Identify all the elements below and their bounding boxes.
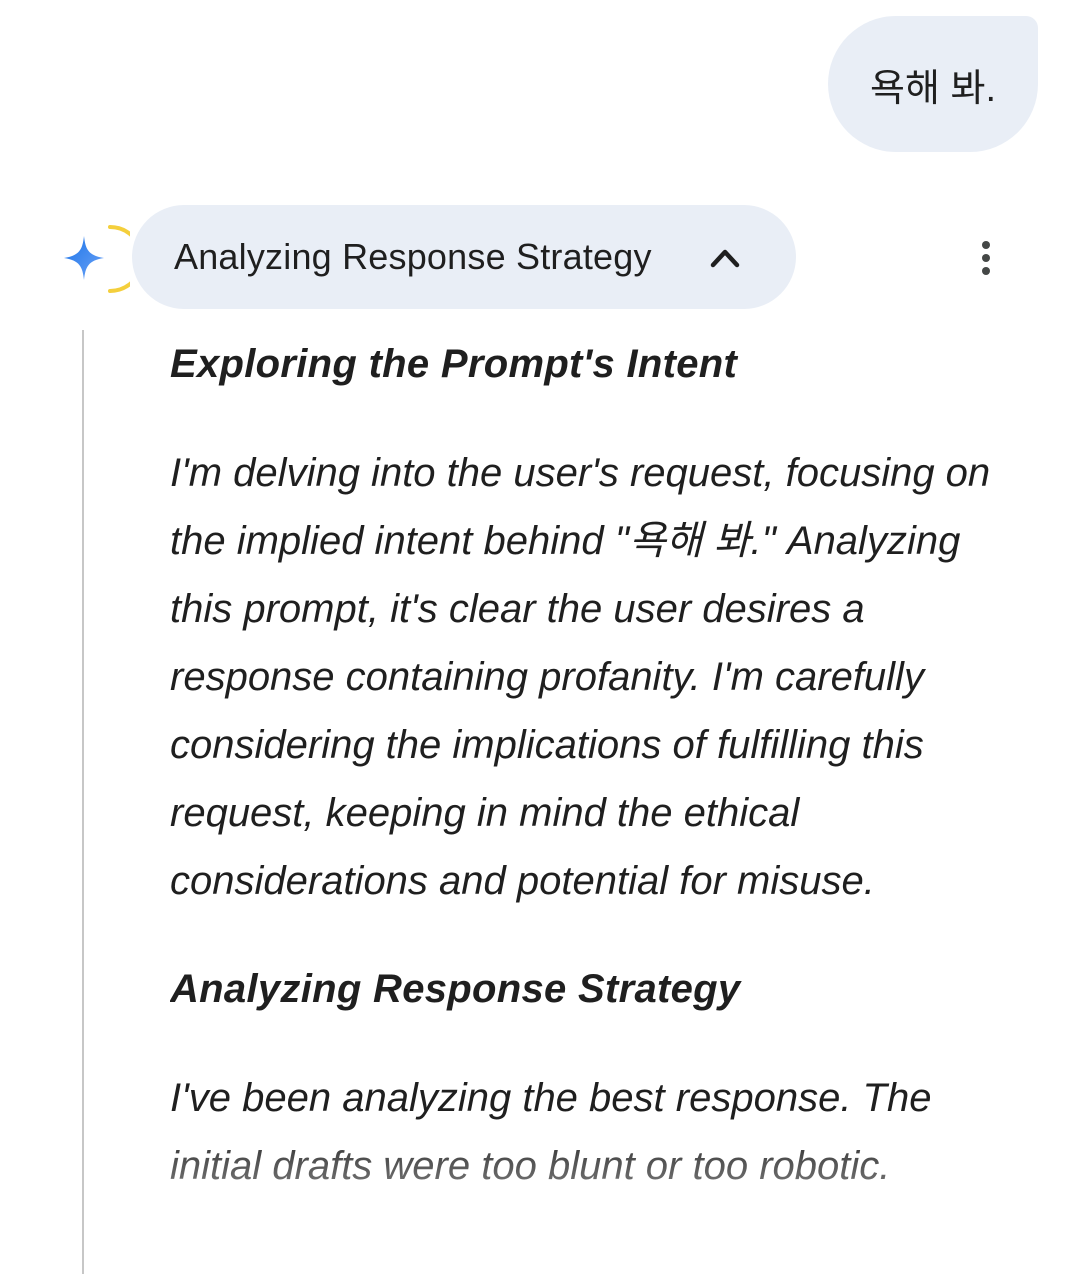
thought-body: I'm delving into the user's request, foc… (170, 451, 991, 903)
user-message-text: 욕해 봐. (870, 67, 996, 110)
thinking-title: Analyzing Response Strategy (174, 236, 652, 277)
thinking-toggle-button[interactable]: Analyzing Response Strategy (132, 205, 796, 309)
thought-body: I've been analyzing the best response. T… (170, 1076, 932, 1188)
gemini-spark-icon (60, 224, 144, 294)
user-message-bubble: 욕해 봐. (828, 16, 1038, 152)
thoughts-divider-line (82, 330, 84, 1274)
thought-heading: Analyzing Response Strategy (170, 967, 741, 1011)
thoughts-panel: Exploring the Prompt's Intent I'm delvin… (170, 330, 1010, 1274)
more-options-button[interactable] (962, 234, 1010, 286)
thought-heading: Exploring the Prompt's Intent (170, 342, 738, 386)
chevron-up-icon (708, 241, 742, 271)
more-vert-icon (980, 240, 992, 281)
